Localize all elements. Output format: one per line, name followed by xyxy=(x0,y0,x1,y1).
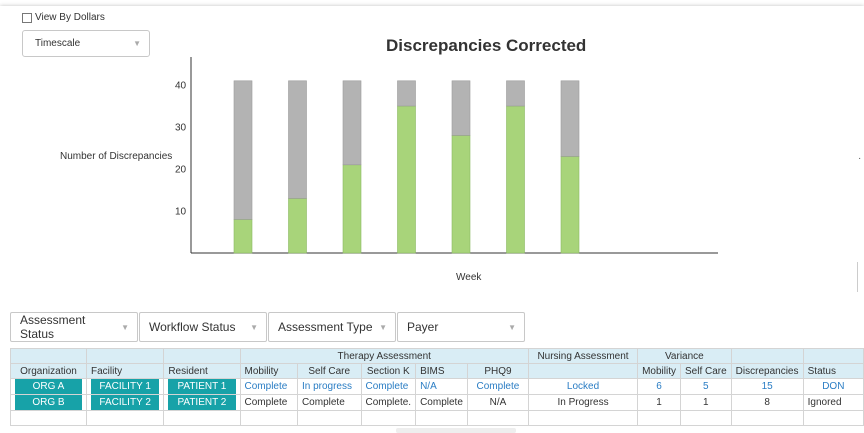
assessment-status-filter[interactable]: Assessment Status ▼ xyxy=(10,312,138,342)
chart-bar-corrected xyxy=(288,198,307,254)
group-header-blank xyxy=(85,348,165,364)
variance-self-care-cell: 1 xyxy=(679,394,732,411)
column-header-resident[interactable]: Resident xyxy=(163,363,241,379)
bims-cell: Complete xyxy=(415,394,468,411)
filter-label: Assessment Status xyxy=(20,313,86,341)
chart-y-tick-label: 30 xyxy=(175,123,187,134)
chart-bar-remaining xyxy=(342,80,362,166)
bims-cell[interactable]: N/A xyxy=(415,378,468,395)
group-header-blank xyxy=(802,348,864,364)
assessment-table: Therapy Assessment Nursing Assessment Va… xyxy=(10,348,864,426)
resident-badge[interactable]: PATIENT 1 xyxy=(168,379,236,394)
column-header-status[interactable]: Status xyxy=(802,363,864,379)
chart-bar-remaining xyxy=(288,80,307,199)
chart-bar-corrected xyxy=(560,156,580,254)
chevron-down-icon: ▼ xyxy=(379,322,387,332)
chart-bar-corrected xyxy=(451,135,471,254)
phq9-cell[interactable]: Complete xyxy=(466,378,529,395)
group-header-blank xyxy=(730,348,804,364)
payer-filter[interactable]: Payer ▼ xyxy=(397,312,525,342)
column-header-facility[interactable]: Facility xyxy=(85,363,165,379)
discrepancies-cell: 8 xyxy=(730,394,804,411)
facility-cell: FACILITY 2 xyxy=(85,394,165,411)
mobility-cell[interactable]: Complete xyxy=(239,378,298,395)
status-cell: Ignored xyxy=(802,394,864,411)
chart-y-tick-label: 10 xyxy=(175,207,187,218)
assessment-type-filter[interactable]: Assessment Type ▼ xyxy=(268,312,396,342)
chart-bar-remaining xyxy=(506,80,525,107)
resident-cell: PATIENT 1 xyxy=(163,378,241,395)
variance-self-care-cell[interactable]: 5 xyxy=(679,378,732,395)
filter-label: Payer xyxy=(407,320,439,334)
overflow-dot: · xyxy=(858,153,862,164)
section-k-cell[interactable]: Complete xyxy=(360,378,417,395)
table-row-partial xyxy=(10,410,864,426)
organization-cell: ORG A xyxy=(10,378,87,395)
variance-header: Variance xyxy=(637,348,732,364)
table-row[interactable]: ORG A FACILITY 1 PATIENT 1 Complete In p… xyxy=(10,378,864,395)
group-header-blank xyxy=(10,348,87,364)
resident-cell: PATIENT 2 xyxy=(163,394,241,411)
filter-bar: Assessment Status ▼ Workflow Status ▼ As… xyxy=(10,312,525,342)
filter-label: Workflow Status xyxy=(149,320,236,334)
mobility-cell: Complete xyxy=(239,394,298,411)
column-header-phq9[interactable]: PHQ9 xyxy=(466,363,529,379)
variance-mobility-cell[interactable]: 6 xyxy=(637,378,681,395)
variance-mobility-cell: 1 xyxy=(637,394,681,411)
organization-cell: ORG B xyxy=(10,394,87,411)
column-header-mobility[interactable]: Mobility xyxy=(239,363,298,379)
table-row[interactable]: ORG B FACILITY 2 PATIENT 2 Complete Comp… xyxy=(10,394,864,411)
chevron-down-icon: ▼ xyxy=(121,322,129,332)
chart-y-tick-label: 20 xyxy=(175,165,187,176)
discrepancies-cell[interactable]: 15 xyxy=(730,378,804,395)
chart-bar-corrected xyxy=(397,105,416,254)
phq9-cell: N/A xyxy=(466,394,529,411)
scroll-edge xyxy=(857,262,858,292)
chart-bar-corrected xyxy=(233,219,253,254)
table-header-row: Organization Facility Resident Mobility … xyxy=(10,363,864,379)
chart-bar-corrected xyxy=(342,164,362,254)
chart-bar-remaining xyxy=(451,80,471,136)
resident-badge[interactable]: PATIENT 2 xyxy=(168,395,236,410)
chart-bar-corrected xyxy=(506,105,525,254)
chevron-down-icon: ▼ xyxy=(508,322,516,332)
self-care-cell: Complete xyxy=(296,394,362,411)
section-k-cell: Complete. xyxy=(360,394,417,411)
horizontal-scrollbar[interactable] xyxy=(396,428,516,433)
facility-badge[interactable]: FACILITY 2 xyxy=(90,395,160,410)
chevron-down-icon: ▼ xyxy=(250,322,258,332)
column-header-section-k[interactable]: Section K xyxy=(360,363,417,379)
filter-label: Assessment Type xyxy=(278,320,373,334)
column-header-organization[interactable]: Organization xyxy=(10,363,87,379)
self-care-cell[interactable]: In progress xyxy=(296,378,362,395)
column-header-variance-self-care[interactable]: Self Care xyxy=(679,363,732,379)
chart-bar-remaining xyxy=(397,80,416,107)
column-header-self-care[interactable]: Self Care xyxy=(296,363,362,379)
workflow-status-filter[interactable]: Workflow Status ▼ xyxy=(139,312,267,342)
nursing-assessment-header: Nursing Assessment xyxy=(527,348,639,364)
table-group-header-row: Therapy Assessment Nursing Assessment Va… xyxy=(10,348,864,364)
nursing-assessment-cell: In Progress xyxy=(527,394,639,411)
facility-badge[interactable]: FACILITY 1 xyxy=(90,379,160,394)
chart-bar-remaining xyxy=(233,80,253,220)
organization-badge[interactable]: ORG B xyxy=(15,395,82,410)
column-header-variance-mobility[interactable]: Mobility xyxy=(637,363,681,379)
chart-bar-remaining xyxy=(560,80,580,157)
column-header-bims[interactable]: BIMS xyxy=(415,363,468,379)
discrepancies-chart: 10 20 30 40 xyxy=(175,57,718,254)
column-header-nursing xyxy=(527,363,639,379)
column-header-discrepancies[interactable]: Discrepancies xyxy=(730,363,804,379)
chart-y-tick-label: 40 xyxy=(175,81,187,92)
nursing-assessment-cell[interactable]: Locked xyxy=(527,378,639,395)
therapy-assessment-header: Therapy Assessment xyxy=(239,348,529,364)
status-cell[interactable]: DON xyxy=(802,378,864,395)
facility-cell: FACILITY 1 xyxy=(85,378,165,395)
group-header-blank xyxy=(163,348,241,364)
organization-badge[interactable]: ORG A xyxy=(15,379,82,394)
